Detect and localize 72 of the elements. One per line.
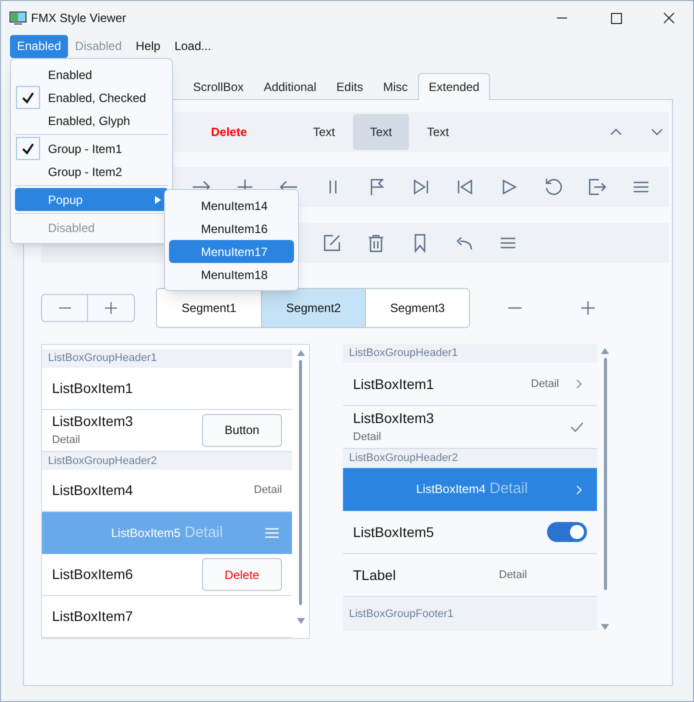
- item-label: TLabel: [353, 566, 397, 584]
- list-item[interactable]: ListBoxItem1 Detail: [343, 363, 597, 406]
- tab[interactable]: Additional: [254, 74, 326, 99]
- menu-item[interactable]: Popup: [15, 188, 168, 211]
- tab[interactable]: Misc: [373, 74, 418, 99]
- list-item[interactable]: ListBoxItem3 Detail Button: [42, 410, 292, 452]
- scroll-down-icon[interactable]: [600, 623, 610, 631]
- item-label: ListBoxItem3: [353, 409, 435, 428]
- menu-item[interactable]: Enabled, Glyph: [15, 109, 168, 132]
- menu-item-label: Enabled: [48, 66, 92, 84]
- app-icon: [9, 10, 27, 24]
- item-detail: Detail: [52, 433, 82, 448]
- item-button[interactable]: Button: [202, 414, 282, 447]
- list-item[interactable]: ListBoxItem5: [343, 511, 597, 554]
- menu-item[interactable]: MenuItem14: [169, 194, 294, 217]
- scrollbar-thumb[interactable]: [604, 358, 606, 590]
- group-header: ListBoxGroupHeader1: [343, 344, 597, 363]
- list-item[interactable]: ListBoxItem4 Detail: [343, 468, 597, 511]
- menu-bar-item[interactable]: Enabled: [10, 34, 68, 58]
- tab[interactable]: Extended: [418, 73, 490, 100]
- scroll-up-icon[interactable]: [296, 349, 306, 357]
- item-label: ListBoxItem6: [52, 565, 134, 584]
- scroll-down-icon[interactable]: [296, 617, 306, 625]
- scroll-up-icon[interactable]: [600, 347, 610, 355]
- exit-icon[interactable]: [586, 176, 608, 198]
- menu-item[interactable]: Enabled, Checked: [15, 86, 168, 109]
- menu-item-label: Enabled, Checked: [48, 90, 146, 106]
- plus-icon[interactable]: [102, 299, 120, 317]
- item-label: ListBoxItem5: [111, 524, 180, 542]
- menu-item-label: Group - Item1: [48, 140, 122, 158]
- item-label: ListBoxItem1: [52, 378, 134, 398]
- menu-bar-item[interactable]: Load...: [167, 34, 218, 58]
- group-header: ListBoxGroupHeader2: [343, 449, 597, 468]
- group-footer: ListBoxGroupFooter1: [343, 598, 597, 631]
- edit-icon[interactable]: [321, 232, 343, 254]
- menu-item[interactable]: Enabled: [15, 63, 168, 86]
- menu-item[interactable]: MenuItem17: [169, 240, 294, 263]
- item-detail: Detail: [254, 483, 282, 498]
- window-title: FMX Style Viewer: [31, 10, 126, 26]
- scrollbar-thumb[interactable]: [299, 360, 302, 605]
- item-detail: Detail: [490, 479, 528, 500]
- menu-item[interactable]: MenuItem18: [169, 263, 294, 286]
- item-detail: Detail: [530, 376, 559, 392]
- toolbar-button[interactable]: Text: [353, 114, 409, 150]
- item-label: ListBoxItem3: [52, 412, 134, 432]
- group-header: ListBoxGroupHeader2: [42, 452, 292, 470]
- menu-item-label: Enabled, Glyph: [48, 112, 130, 130]
- list-item[interactable]: TLabel Detail: [343, 554, 597, 597]
- item-label: ListBoxItem5: [353, 522, 435, 542]
- item-label: ListBoxItem4: [52, 481, 134, 500]
- item-label: ListBoxItem7: [52, 606, 134, 626]
- list-item[interactable]: ListBoxItem1: [42, 368, 292, 410]
- tab[interactable]: ScrollBox: [183, 74, 254, 99]
- tab[interactable]: Edits: [326, 74, 374, 99]
- item-detail: Detail: [184, 522, 223, 543]
- menu-item-label: Disabled: [48, 220, 95, 236]
- toggle-switch[interactable]: [547, 522, 587, 542]
- item-detail: Detail: [498, 568, 527, 583]
- menu-item-label: Popup: [48, 192, 83, 208]
- submenu-arrow-icon: [154, 194, 162, 204]
- group-header: ListBoxGroupHeader1: [42, 349, 292, 368]
- segment[interactable]: Segment3: [365, 289, 469, 327]
- item-label: ListBoxItem1: [353, 374, 435, 394]
- menu-item[interactable]: Group - Item2: [15, 160, 168, 183]
- delete-button[interactable]: Delete: [202, 558, 282, 591]
- item-detail: Detail: [353, 430, 382, 446]
- menu-bar-item[interactable]: Help: [128, 34, 168, 58]
- segment[interactable]: Segment2: [261, 289, 365, 327]
- menu-item-label: Group - Item2: [48, 164, 122, 180]
- menu-item[interactable]: MenuItem16: [169, 217, 294, 240]
- menu-item[interactable]: Group - Item1: [15, 137, 168, 160]
- item-label: ListBoxItem4: [416, 481, 486, 498]
